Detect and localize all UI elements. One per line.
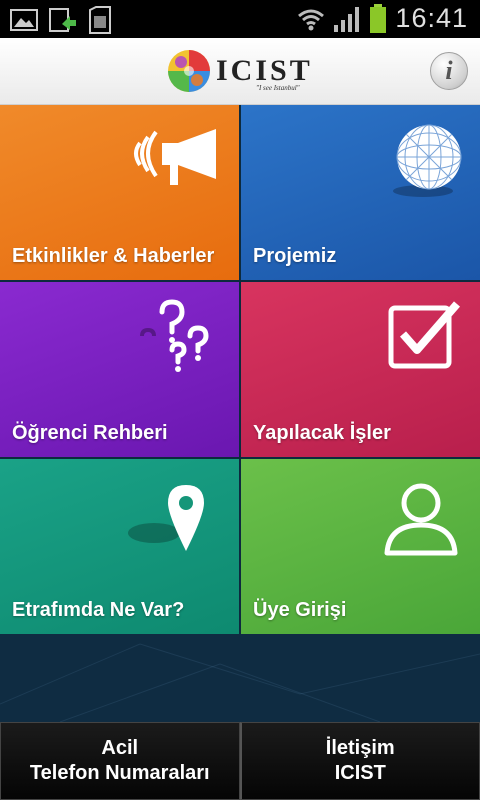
tile-label: Etkinlikler & Haberler xyxy=(12,245,215,267)
button-line: Acil xyxy=(101,737,139,759)
info-icon: i xyxy=(445,56,453,85)
battery-icon xyxy=(370,3,387,33)
map-pin-icon xyxy=(128,485,204,551)
tile-label: Projemiz xyxy=(253,245,337,267)
tile-label: Yapılacak İşler xyxy=(253,422,391,444)
megaphone-icon xyxy=(134,129,216,185)
button-line: ICIST xyxy=(334,762,386,784)
logo-tagline: "I see Istanbul" xyxy=(256,84,300,92)
globe-icon xyxy=(393,124,462,197)
gallery-notification-icon xyxy=(10,9,38,31)
info-button[interactable]: i xyxy=(430,52,468,90)
tile-label: Öğrenci Rehberi xyxy=(12,422,168,444)
tile-member-login[interactable]: Üye Girişi xyxy=(241,459,480,634)
status-bar: 16:41 xyxy=(0,0,480,38)
clock: 16:41 xyxy=(395,3,468,33)
contact-icist-button[interactable]: İletişim ICIST xyxy=(239,722,480,800)
signal-icon xyxy=(334,6,360,32)
tile-label: Etrafımda Ne Var? xyxy=(12,599,185,621)
button-line: Telefon Numaraları xyxy=(29,762,210,784)
tile-student-guide[interactable]: Öğrenci Rehberi xyxy=(0,282,239,457)
logo-text: ICIST xyxy=(216,54,313,87)
bottom-bar: Acil Telefon Numaraları İletişim ICIST xyxy=(0,722,480,800)
sd-card-icon xyxy=(89,6,111,34)
tile-events-news[interactable]: Etkinlikler & Haberler xyxy=(0,105,239,280)
user-icon xyxy=(384,483,458,556)
question-marks-icon xyxy=(140,299,209,372)
checkbox-icon xyxy=(388,301,461,369)
tile-todo[interactable]: Yapılacak İşler xyxy=(241,282,480,457)
emergency-numbers-button[interactable]: Acil Telefon Numaraları xyxy=(0,722,240,800)
app-header: ICIST "I see Istanbul" i xyxy=(0,38,480,105)
download-notification-icon xyxy=(49,8,76,32)
logo-sphere-icon xyxy=(168,50,210,92)
tile-whats-around[interactable]: Etrafımda Ne Var? xyxy=(0,459,239,634)
menu-grid: Etkinlikler & Haberler Projemiz Öğrenci … xyxy=(0,105,480,634)
tile-label: Üye Girişi xyxy=(253,599,347,621)
wifi-icon xyxy=(298,9,325,30)
button-line: İletişim xyxy=(325,737,395,759)
background-network-pattern xyxy=(0,634,480,722)
tile-our-project[interactable]: Projemiz xyxy=(241,105,480,280)
